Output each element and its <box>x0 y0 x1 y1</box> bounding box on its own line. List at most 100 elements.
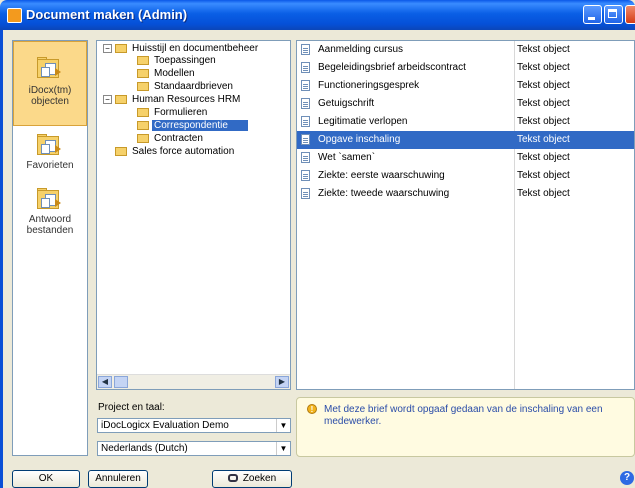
document-icon <box>301 151 310 163</box>
list-item-type: Tekst object <box>517 44 570 55</box>
info-text: Met deze brief wordt opgaaf gedaan van d… <box>324 404 603 427</box>
collapse-icon[interactable]: − <box>103 43 112 53</box>
list-item[interactable]: Aanmelding cursus Tekst object <box>297 41 634 59</box>
info-panel: ! Met deze brief wordt opgaaf gedaan van… <box>296 397 635 457</box>
tree-node-label: Huisstijl en documentbeheer <box>132 43 259 54</box>
minimize-button[interactable] <box>583 5 602 24</box>
list-item[interactable]: Ziekte: tweede waarschuwing Tekst object <box>297 185 634 203</box>
list-item-type: Tekst object <box>517 134 570 145</box>
sidebar-item-label: Favorieten <box>26 160 74 171</box>
folder-docs-icon <box>37 188 63 209</box>
folder-icon <box>137 55 149 65</box>
tree-node-selected[interactable]: Correspondentie <box>137 120 248 132</box>
document-icon <box>301 133 310 145</box>
tree-node[interactable]: Standaardbrieven <box>137 81 235 93</box>
list-item[interactable]: Begeleidingsbrief arbeidscontract Tekst … <box>297 59 634 77</box>
document-icon <box>301 169 310 181</box>
folder-docs-icon <box>37 57 63 78</box>
list-item-type: Tekst object <box>517 116 570 127</box>
document-icon <box>301 61 310 73</box>
list-item[interactable]: Getuigschrift Tekst object <box>297 95 634 113</box>
list-item-name: Functioneringsgesprek <box>318 80 420 91</box>
folder-icon <box>137 81 149 91</box>
sidebar-item-favorieten[interactable]: Favorieten <box>13 129 87 179</box>
list-item-name: Getuigschrift <box>318 98 375 109</box>
dropdown-arrow-icon[interactable]: ▼ <box>276 442 290 455</box>
list-item-type: Tekst object <box>517 170 570 181</box>
sidebar-item-label: iDocx(tm) objecten <box>28 85 72 107</box>
tree-node-label: Human Resources HRM <box>132 94 241 105</box>
list-item-name: Opgave inschaling <box>318 134 401 145</box>
sidebar: iDocx(tm) objecten Favorieten Antwoord b… <box>12 40 88 456</box>
title-bar[interactable]: Document maken (Admin) <box>0 0 635 30</box>
list-item-selected[interactable]: Opgave inschaling Tekst object <box>297 131 634 149</box>
tree-node-label: Toepassingen <box>154 55 216 66</box>
tree-node-label: Sales force automation <box>132 146 235 157</box>
document-list[interactable]: Aanmelding cursus Tekst object Begeleidi… <box>296 40 635 390</box>
app-icon <box>7 8 22 23</box>
document-icon <box>301 187 310 199</box>
document-icon <box>301 115 310 127</box>
list-item-name: Ziekte: eerste waarschuwing <box>318 170 445 181</box>
list-item-name: Ziekte: tweede waarschuwing <box>318 188 450 199</box>
tree-node[interactable]: Contracten <box>137 133 205 145</box>
tree-node[interactable]: Modellen <box>137 68 197 80</box>
folder-tree[interactable]: − Huisstijl en documentbeheer Toepassinge… <box>96 40 291 390</box>
tree-node-label: Modellen <box>154 68 195 79</box>
maximize-button[interactable] <box>604 5 623 24</box>
scroll-left-icon[interactable]: ◀ <box>98 376 112 388</box>
window-title: Document maken (Admin) <box>26 7 188 22</box>
list-item-type: Tekst object <box>517 62 570 73</box>
list-item[interactable]: Legitimatie verlopen Tekst object <box>297 113 634 131</box>
document-icon <box>301 79 310 91</box>
folder-icon <box>137 68 149 78</box>
sidebar-item-antwoord-bestanden[interactable]: Antwoord bestanden <box>13 183 87 243</box>
horizontal-scrollbar[interactable]: ◀ ▶ <box>97 374 290 389</box>
cancel-button[interactable]: Annuleren <box>88 470 148 488</box>
folder-icon <box>137 120 149 130</box>
ok-button[interactable]: OK <box>12 470 80 488</box>
project-select[interactable]: iDocLogicx Evaluation Demo ▼ <box>97 418 291 433</box>
list-item[interactable]: Wet `samen` Tekst object <box>297 149 634 167</box>
help-icon[interactable]: ? <box>620 471 634 485</box>
close-button[interactable] <box>625 5 635 24</box>
document-icon <box>301 43 310 55</box>
sidebar-item-label: Antwoord bestanden <box>26 214 74 236</box>
list-item[interactable]: Functioneringsgesprek Tekst object <box>297 77 634 95</box>
sidebar-item-idocx-objecten[interactable]: iDocx(tm) objecten <box>13 41 87 126</box>
tree-node-label: Formulieren <box>154 107 208 118</box>
list-item-name: Legitimatie verlopen <box>318 116 408 127</box>
tree-node[interactable]: Sales force automation <box>115 146 236 158</box>
search-button[interactable]: Zoeken <box>212 470 292 488</box>
collapse-icon[interactable]: − <box>103 94 112 104</box>
scroll-right-icon[interactable]: ▶ <box>275 376 289 388</box>
list-item-type: Tekst object <box>517 80 570 91</box>
scrollbar-thumb[interactable] <box>114 376 128 388</box>
folder-icon <box>115 146 127 156</box>
folder-docs-icon <box>37 134 63 155</box>
list-item-type: Tekst object <box>517 188 570 199</box>
project-language-label: Project en taal: <box>98 402 165 413</box>
folder-icon <box>115 94 127 104</box>
list-item-name: Begeleidingsbrief arbeidscontract <box>318 62 466 73</box>
language-select[interactable]: Nederlands (Dutch) ▼ <box>97 441 291 456</box>
list-item-type: Tekst object <box>517 98 570 109</box>
folder-icon <box>137 107 149 117</box>
list-item-name: Aanmelding cursus <box>318 44 404 55</box>
list-item[interactable]: Ziekte: eerste waarschuwing Tekst object <box>297 167 634 185</box>
folder-icon <box>137 133 149 143</box>
document-icon <box>301 97 310 109</box>
list-item-type: Tekst object <box>517 152 570 163</box>
tree-node-label: Contracten <box>154 133 203 144</box>
tree-node[interactable]: − Human Resources HRM <box>103 94 242 106</box>
tree-node[interactable]: − Huisstijl en documentbeheer <box>103 43 260 55</box>
binoculars-icon <box>227 474 238 483</box>
tree-node[interactable]: Formulieren <box>137 107 209 119</box>
tree-node[interactable]: Toepassingen <box>137 55 218 67</box>
tree-node-label: Correspondentie <box>152 120 248 131</box>
search-button-label: Zoeken <box>242 473 277 484</box>
tree-node-label: Standaardbrieven <box>154 81 233 92</box>
folder-icon <box>115 43 127 53</box>
dropdown-arrow-icon[interactable]: ▼ <box>276 419 290 432</box>
lightbulb-icon: ! <box>307 404 317 414</box>
